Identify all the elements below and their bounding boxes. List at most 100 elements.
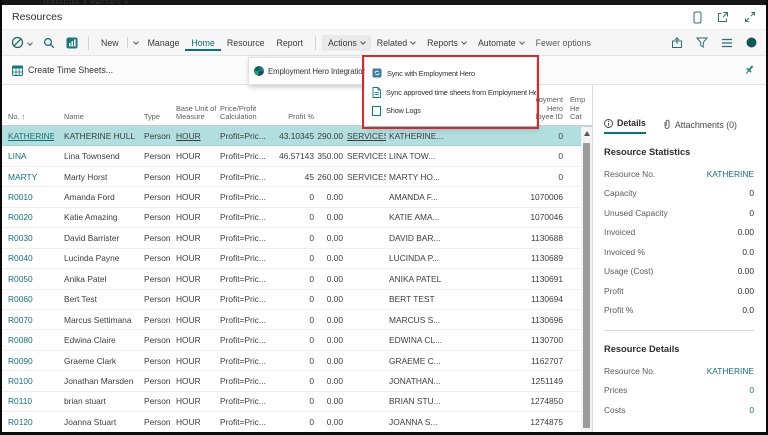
table-row[interactable]: R0060 Bert Test Person HOUR Profit=Pric.… (2, 290, 592, 310)
field-value[interactable]: 0.00 (738, 266, 754, 276)
cell-base-unit: HOUR (174, 253, 218, 263)
factbox-field-row: Prices 0 (604, 381, 754, 401)
menu-home[interactable]: Home (185, 35, 220, 51)
filter-icon[interactable] (696, 37, 708, 48)
resource-no-link[interactable]: LINA (8, 151, 27, 161)
menu-report[interactable]: Report (271, 35, 309, 51)
resource-no-link[interactable]: MARTY (8, 172, 37, 182)
field-value[interactable]: 0.0 (742, 305, 754, 315)
menu-automate[interactable]: Automate (472, 35, 530, 51)
menu-related[interactable]: Related (371, 35, 421, 51)
field-value[interactable]: 0 (749, 208, 754, 218)
analyze-icon[interactable] (66, 37, 78, 49)
menu-resource[interactable]: Resource (221, 35, 271, 51)
resource-no-link[interactable]: R0120 (8, 417, 33, 427)
table-row[interactable]: MARTY Marty Horst Person HOUR Profit=Pri… (2, 167, 592, 187)
show-logs-item[interactable]: Show Logs (365, 106, 536, 116)
menu-manage[interactable]: Manage (142, 35, 186, 51)
cell-eh-employee-id: 1070046 (448, 212, 566, 222)
col-header-no[interactable]: No. ↑ (2, 113, 54, 122)
resource-no-link[interactable]: R0050 (8, 274, 33, 284)
table-row[interactable]: R0020 Katie Amazing Person HOUR Profit=P… (2, 208, 592, 228)
profile-circle-icon[interactable] (746, 37, 757, 48)
cell-price-profit-calc: Profit=Pric... (218, 131, 266, 141)
col-header-price-profit-calc[interactable]: Price/Profit Calculation (218, 105, 266, 122)
cell-name: Lucinda Payne (54, 253, 142, 263)
share-icon[interactable] (671, 37, 683, 49)
table-row[interactable]: R0080 Edwina Claire Person HOUR Profit=P… (2, 330, 592, 350)
cell-base-unit: HOUR (174, 233, 218, 243)
cell-base-unit: HOUR (174, 172, 218, 182)
new-dropdown-button[interactable] (130, 35, 142, 51)
table-row[interactable]: R0100 Jonathan Marsden Person HOUR Profi… (2, 371, 592, 391)
menu-new[interactable]: New (95, 35, 125, 51)
cell-base-unit: HOUR (174, 274, 218, 284)
mobile-view-icon[interactable] (693, 11, 702, 24)
open-in-window-icon[interactable] (717, 11, 729, 23)
cell-base-unit: HOUR (174, 212, 218, 222)
col-header-name[interactable]: Name (54, 113, 142, 122)
resource-no-link[interactable]: R0030 (8, 233, 33, 243)
resource-no-link[interactable]: R0110 (8, 396, 32, 406)
field-value[interactable]: 0 (749, 405, 754, 415)
create-time-sheets-button[interactable]: Create Time Sheets... (12, 65, 113, 76)
list-view-icon[interactable] (721, 38, 733, 48)
table-scrollbar[interactable] (581, 127, 592, 432)
scroll-up-arrow-icon[interactable] (584, 131, 590, 136)
field-value[interactable]: 0.00 (738, 286, 754, 296)
chevron-down-icon (133, 39, 139, 45)
sync-with-employment-hero-item[interactable]: Sync with Employment Hero (365, 68, 536, 78)
menu-actions[interactable]: Actions (322, 35, 371, 51)
resize-icon[interactable] (744, 11, 756, 23)
resource-no-link[interactable]: KATHERINE (8, 131, 54, 141)
resource-no-link[interactable]: R0010 (8, 192, 33, 202)
col-header-profit-pct[interactable]: Profit % (266, 113, 316, 122)
cell-eh-name: MARTY HO... (386, 172, 448, 182)
table-row[interactable]: R0110 brian stuart Person HOUR Profit=Pr… (2, 392, 592, 412)
resource-no-link[interactable]: R0100 (8, 376, 33, 386)
field-value[interactable]: 0 (749, 188, 754, 198)
cell-profit-pct: 0 (266, 315, 316, 325)
field-value[interactable]: 0 (749, 385, 754, 395)
pin-factbox-icon[interactable] (744, 64, 756, 76)
actions-dropdown-panel: Employment Hero Integration › (248, 57, 365, 85)
resource-no-link[interactable]: R0080 (8, 335, 33, 345)
table-row[interactable]: R0040 Lucinda Payne Person HOUR Profit=P… (2, 249, 592, 269)
sync-approved-time-sheets-item[interactable]: Sync approved time sheets from Employmen… (365, 87, 536, 98)
field-value[interactable]: 0.00 (738, 227, 754, 237)
cell-eh-name: LINA TOW... (386, 151, 448, 161)
menu-fewer-options[interactable]: Fewer options (530, 35, 597, 51)
table-row[interactable]: R0070 Marcus Settimana Person HOUR Profi… (2, 310, 592, 330)
search-icon[interactable] (43, 37, 55, 49)
col-header-base-unit[interactable]: Base Unit of Measure (174, 105, 218, 122)
resource-no-link[interactable]: R0090 (8, 356, 33, 366)
tab-attachments[interactable]: Attachments (0) (663, 119, 737, 134)
table-row[interactable]: R0120 Joanna Stuart Person HOUR Profit=P… (2, 412, 592, 432)
resource-no-link[interactable]: R0040 (8, 253, 33, 263)
divider (88, 36, 89, 50)
table-row[interactable]: R0010 Amanda Ford Person HOUR Profit=Pri… (2, 187, 592, 207)
table-row[interactable]: R0050 Anika Patel Person HOUR Profit=Pri… (2, 269, 592, 289)
resource-no-link[interactable]: R0020 (8, 212, 33, 222)
divider (315, 36, 316, 50)
employment-hero-integration-item[interactable]: Employment Hero Integration (268, 67, 367, 76)
col-header-eh-category[interactable]: Emp He Cat (566, 96, 592, 122)
field-value[interactable]: KATHERINE (707, 169, 754, 179)
menu-reports[interactable]: Reports (421, 35, 472, 51)
scrollbar-thumb[interactable] (583, 143, 590, 428)
resource-no-link[interactable]: R0060 (8, 294, 33, 304)
tab-details[interactable]: Details (604, 118, 646, 134)
table-row[interactable]: LINA Lina Townsend Person HOUR Profit=Pr… (2, 146, 592, 166)
field-value[interactable]: KATHERINE (707, 366, 754, 376)
field-value[interactable]: 0.0 (742, 247, 754, 257)
table-row[interactable]: R0090 Graeme Clark Person HOUR Profit=Pr… (2, 351, 592, 371)
table-row[interactable]: KATHERINE⋮ KATHERINE HULL Person HOUR Pr… (2, 126, 592, 146)
cell-profit-pct: 0 (266, 356, 316, 366)
cell-unit-price: 350.00 (316, 151, 344, 161)
table-row[interactable]: R0030 David Barrister Person HOUR Profit… (2, 228, 592, 248)
factbox-tabs: Details Attachments (0) (604, 118, 754, 134)
cue-menu-icon[interactable] (11, 36, 32, 49)
factbox-field-row: Usage (Cost) 0.00 (604, 262, 754, 282)
col-header-type[interactable]: Type (142, 113, 174, 122)
resource-no-link[interactable]: R0070 (8, 315, 33, 325)
